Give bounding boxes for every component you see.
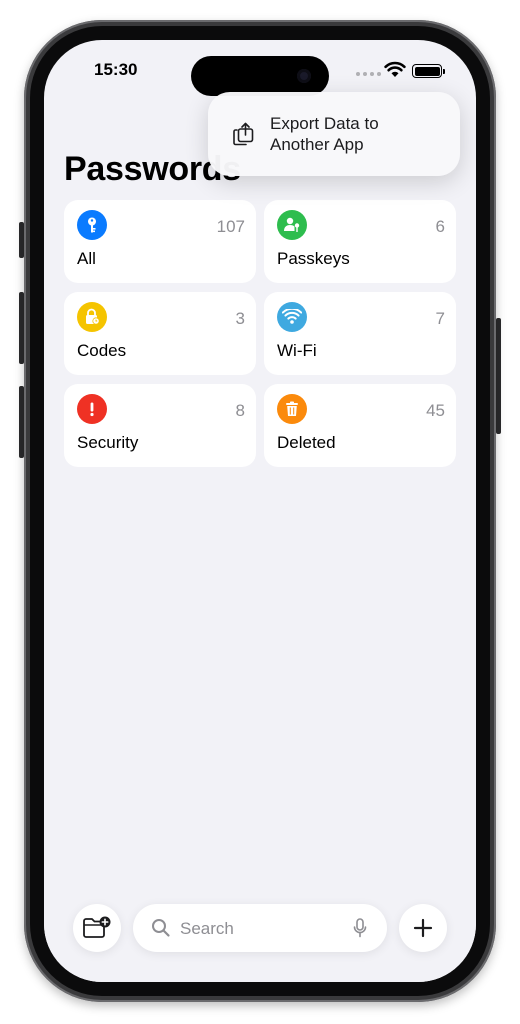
category-count: 8 (235, 401, 245, 420)
lock-clock-icon (77, 302, 107, 332)
power-button (496, 318, 501, 434)
camera-icon (297, 69, 311, 83)
search-placeholder: Search (180, 919, 234, 938)
category-label: Wi-Fi (277, 341, 317, 360)
category-count: 107 (216, 217, 245, 236)
category-tile-passkeys[interactable]: 6 Passkeys (264, 200, 456, 283)
signal-dots-icon (356, 72, 381, 76)
category-label: Security (77, 433, 139, 452)
category-grid: 107 All 6 Passkeys 3 Codes 7 Wi-Fi 8 Sec… (64, 200, 456, 467)
category-count: 6 (435, 217, 445, 236)
status-time: 15:30 (94, 60, 138, 79)
add-password-button[interactable] (399, 904, 447, 952)
battery-icon (412, 64, 445, 78)
microphone-icon[interactable] (353, 918, 367, 938)
category-label: Passkeys (277, 249, 350, 268)
wifi-icon (277, 302, 307, 332)
category-tile-security[interactable]: 8 Security (64, 384, 256, 467)
trash-icon (277, 394, 307, 424)
export-menu-item[interactable]: Export Data to Another App (270, 113, 410, 155)
wifi-status-icon (384, 61, 406, 77)
new-group-button[interactable] (73, 904, 121, 952)
category-label: Codes (77, 341, 127, 360)
export-menu: Export Data to Another App (208, 92, 460, 176)
category-tile-all[interactable]: 107 All (64, 200, 256, 283)
category-tile-codes[interactable]: 3 Codes (64, 292, 256, 375)
category-tile-wifi[interactable]: 7 Wi-Fi (264, 292, 456, 375)
search-icon (152, 919, 170, 937)
category-label: All (77, 249, 96, 268)
search-field[interactable]: Search (133, 904, 387, 952)
person-key-icon (277, 210, 307, 240)
key-icon (77, 210, 107, 240)
category-count: 7 (435, 309, 445, 328)
category-count: 45 (426, 401, 445, 420)
plus-icon (413, 918, 433, 938)
export-icon (233, 122, 254, 146)
category-tile-deleted[interactable]: 45 Deleted (264, 384, 456, 467)
category-label: Deleted (277, 433, 336, 452)
screen: 15:30 Passwords 107 All 6 Passkeys 3 Cod… (44, 40, 476, 982)
category-count: 3 (235, 309, 245, 328)
exclamation-icon (77, 394, 107, 424)
folder-add-icon (83, 916, 111, 938)
dynamic-island (191, 56, 329, 96)
